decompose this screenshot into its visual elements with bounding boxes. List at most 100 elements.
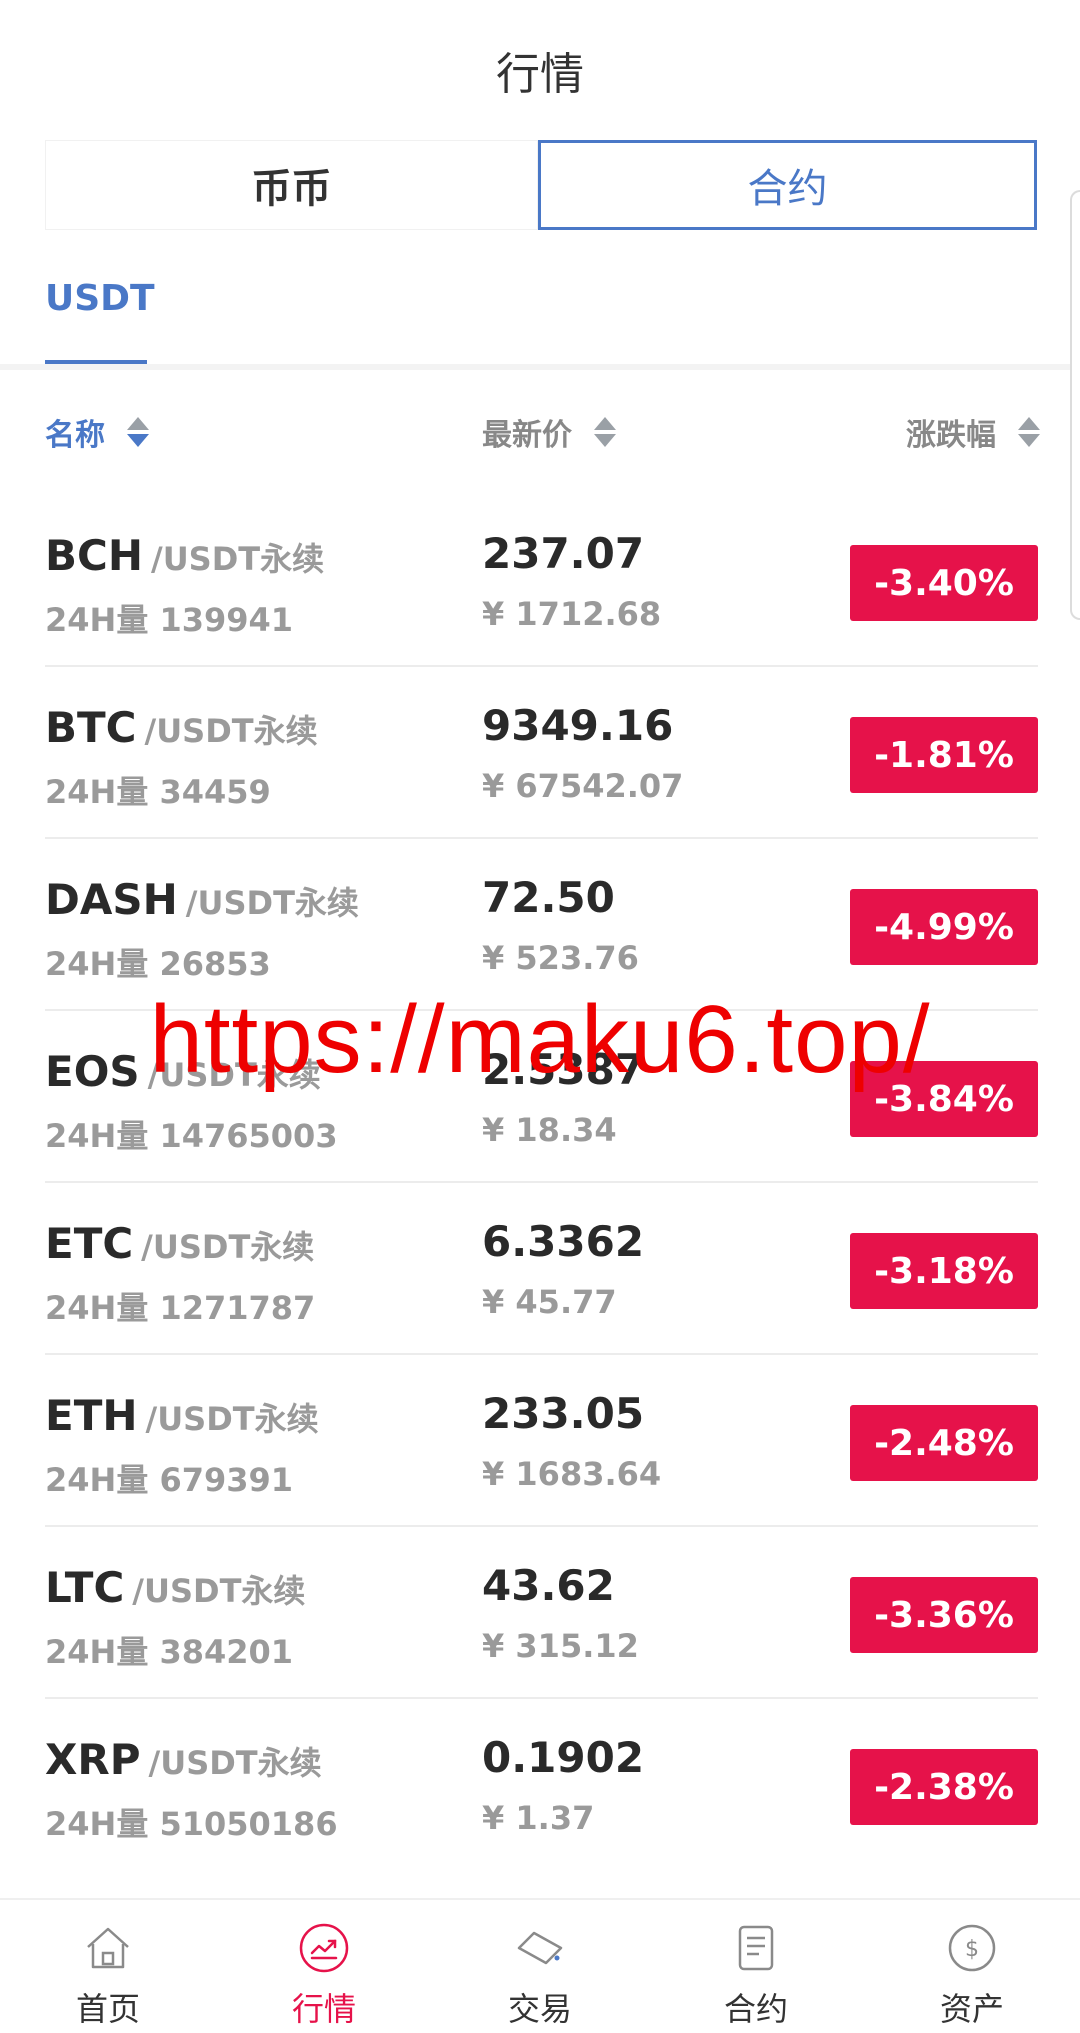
nav-trade[interactable]: 交易 bbox=[432, 1900, 648, 2033]
cny-price: ¥ 315.12 bbox=[482, 1627, 639, 1665]
market-row[interactable]: EOS/USDT永续 24H量 14765003 2.5387 ¥ 18.34 … bbox=[0, 1011, 1080, 1183]
cny-price: ¥ 523.76 bbox=[482, 939, 639, 977]
sort-icon bbox=[594, 417, 616, 447]
symbol-line: ETC/USDT永续 bbox=[45, 1219, 314, 1268]
column-price-label: 最新价 bbox=[482, 418, 572, 453]
bottom-navigation: 首页 行情 交易 合约 $ 资产 bbox=[0, 1898, 1080, 2033]
symbol: ETH bbox=[45, 1391, 138, 1440]
market-list: BCH/USDT永续 24H量 139941 237.07 ¥ 1712.68 … bbox=[0, 495, 1080, 1871]
last-price: 0.1902 bbox=[482, 1733, 645, 1782]
pair-suffix: /USDT永续 bbox=[185, 884, 359, 922]
change-badge[interactable]: -3.18% bbox=[850, 1233, 1038, 1309]
pair-suffix: /USDT永续 bbox=[141, 1228, 315, 1266]
pair-suffix: /USDT永续 bbox=[145, 1400, 319, 1438]
column-change-label: 涨跌幅 bbox=[906, 418, 996, 453]
quote-currency-tabs: USDT bbox=[0, 230, 1080, 370]
contract-icon bbox=[728, 1920, 784, 1976]
market-chart-icon bbox=[296, 1920, 352, 1976]
symbol: BTC bbox=[45, 703, 137, 752]
last-price: 72.50 bbox=[482, 873, 615, 922]
tab-usdt[interactable]: USDT bbox=[45, 278, 155, 319]
tab-contract[interactable]: 合约 bbox=[538, 140, 1037, 230]
change-badge[interactable]: -2.48% bbox=[850, 1405, 1038, 1481]
symbol-line: LTC/USDT永续 bbox=[45, 1563, 305, 1612]
svg-text:$: $ bbox=[965, 1937, 979, 1962]
market-row[interactable]: ETC/USDT永续 24H量 1271787 6.3362 ¥ 45.77 -… bbox=[0, 1183, 1080, 1355]
cny-price: ¥ 1.37 bbox=[482, 1799, 595, 1837]
nav-label: 资产 bbox=[939, 1990, 1004, 2028]
volume-24h: 24H量 1271787 bbox=[45, 1289, 316, 1327]
market-row[interactable]: LTC/USDT永续 24H量 384201 43.62 ¥ 315.12 -3… bbox=[0, 1527, 1080, 1699]
column-headers: 名称 最新价 涨跌幅 bbox=[0, 370, 1080, 495]
volume-24h: 24H量 51050186 bbox=[45, 1805, 338, 1843]
symbol: EOS bbox=[45, 1047, 140, 1096]
nav-market[interactable]: 行情 bbox=[216, 1900, 432, 2033]
volume-24h: 24H量 14765003 bbox=[45, 1117, 338, 1155]
symbol-line: BCH/USDT永续 bbox=[45, 531, 324, 580]
symbol-line: XRP/USDT永续 bbox=[45, 1735, 322, 1784]
home-icon bbox=[80, 1920, 136, 1976]
nav-label: 行情 bbox=[291, 1990, 356, 2028]
change-badge[interactable]: -3.84% bbox=[850, 1061, 1038, 1137]
sort-icon bbox=[1018, 417, 1040, 447]
edge-scroll-handle[interactable] bbox=[1070, 190, 1080, 620]
nav-assets[interactable]: $ 资产 bbox=[864, 1900, 1080, 2033]
page-title: 行情 bbox=[496, 49, 584, 100]
market-row[interactable]: DASH/USDT永续 24H量 26853 72.50 ¥ 523.76 -4… bbox=[0, 839, 1080, 1011]
change-badge[interactable]: -3.36% bbox=[850, 1577, 1038, 1653]
cny-price: ¥ 1712.68 bbox=[482, 595, 662, 633]
symbol: ETC bbox=[45, 1219, 134, 1268]
cny-price: ¥ 1683.64 bbox=[482, 1455, 662, 1493]
market-row[interactable]: BCH/USDT永续 24H量 139941 237.07 ¥ 1712.68 … bbox=[0, 495, 1080, 667]
symbol: DASH bbox=[45, 875, 178, 924]
volume-24h: 24H量 679391 bbox=[45, 1461, 294, 1499]
nav-label: 首页 bbox=[75, 1990, 140, 2028]
symbol: BCH bbox=[45, 531, 143, 580]
assets-icon: $ bbox=[944, 1920, 1000, 1976]
symbol-line: DASH/USDT永续 bbox=[45, 875, 359, 924]
pair-suffix: /USDT永续 bbox=[144, 712, 318, 750]
last-price: 9349.16 bbox=[482, 701, 674, 750]
symbol-line: BTC/USDT永续 bbox=[45, 703, 318, 752]
trade-icon bbox=[512, 1920, 568, 1976]
last-price: 233.05 bbox=[482, 1389, 645, 1438]
pair-suffix: /USDT永续 bbox=[147, 1056, 321, 1094]
cny-price: ¥ 45.77 bbox=[482, 1283, 617, 1321]
sort-by-name[interactable]: 名称 bbox=[45, 410, 149, 454]
symbol-line: EOS/USDT永续 bbox=[45, 1047, 321, 1096]
volume-24h: 24H量 34459 bbox=[45, 773, 271, 811]
change-badge[interactable]: -2.38% bbox=[850, 1749, 1038, 1825]
nav-label: 合约 bbox=[723, 1990, 788, 2028]
sort-icon bbox=[127, 417, 149, 447]
nav-home[interactable]: 首页 bbox=[0, 1900, 216, 2033]
market-row[interactable]: XRP/USDT永续 24H量 51050186 0.1902 ¥ 1.37 -… bbox=[0, 1699, 1080, 1871]
last-price: 43.62 bbox=[482, 1561, 615, 1610]
cny-price: ¥ 67542.07 bbox=[482, 767, 684, 805]
volume-24h: 24H量 26853 bbox=[45, 945, 271, 983]
volume-24h: 24H量 384201 bbox=[45, 1633, 294, 1671]
pair-suffix: /USDT永续 bbox=[148, 1744, 322, 1782]
nav-contract[interactable]: 合约 bbox=[648, 1900, 864, 2033]
market-row[interactable]: BTC/USDT永续 24H量 34459 9349.16 ¥ 67542.07… bbox=[0, 667, 1080, 839]
active-tab-indicator bbox=[45, 360, 147, 364]
column-name-label: 名称 bbox=[45, 418, 105, 453]
sort-by-change[interactable]: 涨跌幅 bbox=[906, 410, 1040, 454]
change-badge[interactable]: -3.40% bbox=[850, 545, 1038, 621]
market-type-segment: 币币 合约 bbox=[45, 140, 1037, 230]
symbol: LTC bbox=[45, 1563, 125, 1612]
symbol: XRP bbox=[45, 1735, 141, 1784]
tab-spot[interactable]: 币币 bbox=[45, 140, 538, 230]
sort-by-price[interactable]: 最新价 bbox=[482, 410, 616, 454]
last-price: 237.07 bbox=[482, 529, 645, 578]
nav-label: 交易 bbox=[507, 1990, 572, 2028]
volume-24h: 24H量 139941 bbox=[45, 601, 294, 639]
pair-suffix: /USDT永续 bbox=[151, 540, 325, 578]
change-badge[interactable]: -4.99% bbox=[850, 889, 1038, 965]
last-price: 6.3362 bbox=[482, 1217, 645, 1266]
market-row[interactable]: ETH/USDT永续 24H量 679391 233.05 ¥ 1683.64 … bbox=[0, 1355, 1080, 1527]
change-badge[interactable]: -1.81% bbox=[850, 717, 1038, 793]
symbol-line: ETH/USDT永续 bbox=[45, 1391, 319, 1440]
pair-suffix: /USDT永续 bbox=[132, 1572, 306, 1610]
last-price: 2.5387 bbox=[482, 1045, 645, 1094]
cny-price: ¥ 18.34 bbox=[482, 1111, 617, 1149]
